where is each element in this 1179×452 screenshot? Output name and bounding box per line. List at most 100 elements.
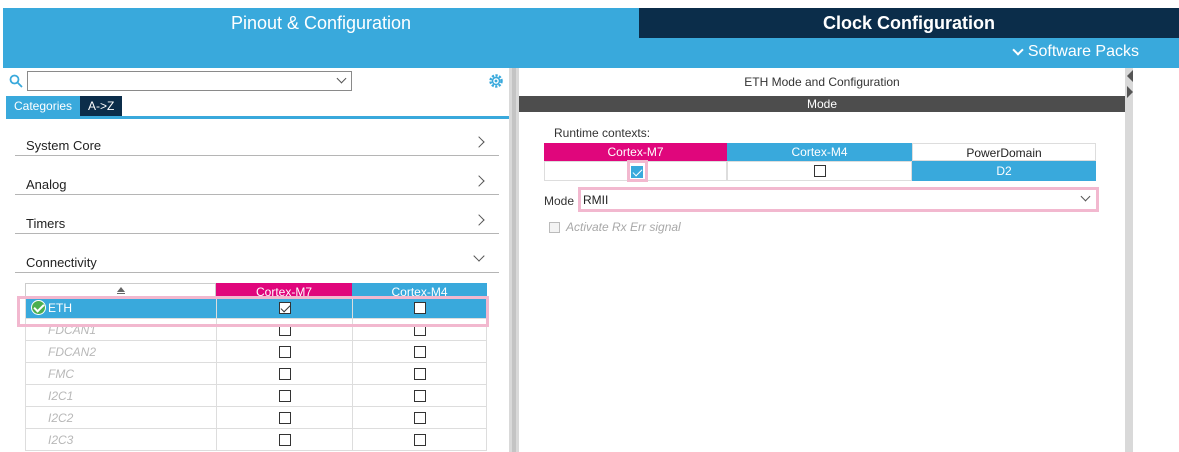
cell-name: FDCAN1 (26, 319, 217, 340)
category-tabs: Categories A->Z (6, 96, 123, 116)
table-row-eth[interactable]: ETH (25, 297, 487, 319)
chevron-down-icon[interactable] (1080, 191, 1091, 202)
peripheral-name: I2C3 (48, 433, 74, 447)
m7-checkbox[interactable] (278, 324, 291, 336)
panel-splitter[interactable] (509, 68, 519, 452)
cell-m7 (217, 319, 353, 340)
software-packs-menu[interactable]: Software Packs (1012, 43, 1139, 61)
context-header-cortex-m7: Cortex-M7 (544, 143, 727, 161)
context-m7-checkbox[interactable] (631, 166, 643, 178)
cell-m7 (217, 385, 353, 406)
table-row[interactable]: FMC (25, 363, 487, 385)
peripheral-name: FDCAN2 (48, 345, 97, 359)
cell-m4 (353, 429, 487, 450)
power-domain-value: D2 (912, 161, 1096, 181)
category-label: System Core (26, 138, 102, 153)
m4-checkbox[interactable] (414, 412, 426, 424)
cell-name: FMC (26, 363, 217, 384)
search-input[interactable] (27, 71, 352, 91)
rx-err-label: Activate Rx Err signal (566, 220, 681, 234)
peripheral-name: I2C1 (48, 389, 74, 403)
m7-checkbox[interactable] (278, 368, 291, 380)
cell-name: FDCAN2 (26, 341, 217, 362)
m4-checkbox[interactable] (414, 368, 426, 380)
gear-icon[interactable] (487, 72, 505, 90)
category-timers[interactable]: Timers (15, 208, 499, 234)
m7-checkbox[interactable] (278, 390, 291, 402)
runtime-contexts-label: Runtime contexts: (554, 126, 651, 140)
table-header: Cortex-M7 Cortex-M4 (25, 283, 487, 297)
right-panel: ETH Mode and Configuration Mode Runtime … (519, 68, 1125, 452)
cell-m4 (353, 407, 487, 428)
tab-categories[interactable]: Categories (6, 96, 81, 116)
cell-m7 (217, 341, 353, 362)
context-cell-m7 (544, 161, 727, 181)
tab-clock-configuration[interactable]: Clock Configuration (639, 8, 1179, 38)
m4-checkbox[interactable] (414, 302, 426, 314)
tab-a-to-z[interactable]: A->Z (80, 96, 123, 116)
m7-checkbox[interactable] (278, 412, 291, 424)
mode-label: Mode (544, 194, 575, 208)
chevron-right-icon (473, 214, 485, 226)
context-header-cortex-m4: Cortex-M4 (727, 143, 912, 161)
m7-checkbox[interactable] (278, 346, 291, 358)
m4-checkbox[interactable] (414, 390, 426, 402)
cell-name: I2C3 (26, 429, 217, 450)
sort-column-header[interactable] (25, 283, 216, 297)
sort-bar-icon (117, 293, 125, 294)
peripheral-name: FMC (48, 367, 74, 381)
cell-m7 (217, 297, 353, 318)
rx-err-checkbox[interactable] (549, 222, 560, 233)
category-label: Timers (26, 216, 66, 231)
chevron-down-icon[interactable] (336, 73, 347, 84)
cell-m4 (353, 341, 487, 362)
cell-name: ETH (26, 297, 217, 318)
right-collapse-strip[interactable] (1125, 68, 1133, 452)
context-m4-checkbox[interactable] (814, 165, 826, 177)
cell-m7 (217, 429, 353, 450)
category-connectivity[interactable]: Connectivity (15, 247, 499, 273)
cell-name: I2C1 (26, 385, 217, 406)
chevron-right-icon (473, 136, 485, 148)
category-system-core[interactable]: System Core (15, 130, 499, 156)
mode-section-header[interactable]: Mode (519, 96, 1125, 112)
m7-checkbox[interactable] (278, 434, 291, 446)
cell-m4 (353, 363, 487, 384)
chevron-down-icon (1012, 43, 1024, 56)
m4-checkbox[interactable] (414, 434, 426, 446)
peripheral-name: ETH (48, 301, 72, 315)
tab-pinout-configuration[interactable]: Pinout & Configuration (3, 8, 639, 38)
mode-select[interactable]: RMII (583, 191, 1097, 209)
chevron-down-icon (473, 250, 485, 262)
arrow-right-icon[interactable] (1127, 86, 1133, 98)
category-analog[interactable]: Analog (15, 169, 499, 195)
chevron-right-icon (473, 175, 485, 187)
search-icon[interactable] (9, 74, 23, 88)
software-packs-label: Software Packs (1027, 43, 1139, 60)
left-panel: Categories A->Z System Core Analog Timer… (3, 68, 509, 452)
mode-value: RMII (583, 193, 609, 207)
peripheral-name: FDCAN1 (48, 323, 97, 337)
cell-m4 (353, 297, 487, 318)
panel-title: ETH Mode and Configuration (744, 75, 900, 89)
cell-m7 (217, 407, 353, 428)
table-row[interactable]: I2C3 (25, 429, 487, 451)
sort-ascending-icon (117, 287, 125, 292)
table-row[interactable]: I2C1 (25, 385, 487, 407)
runtime-contexts-table: Cortex-M7 Cortex-M4 PowerDomain D2 (544, 143, 1096, 181)
cell-m4 (353, 319, 487, 340)
table-row[interactable]: FDCAN2 (25, 341, 487, 363)
sub-toolbar: Software Packs (3, 38, 1179, 68)
peripheral-table: Cortex-M7 Cortex-M4 ETH FDCAN1 FDCAN2 FM… (25, 283, 487, 451)
tab-underline (6, 116, 509, 119)
table-row[interactable]: FDCAN1 (25, 319, 487, 341)
category-label: Connectivity (26, 255, 97, 270)
arrow-left-icon[interactable] (1127, 70, 1133, 82)
splitter-grip[interactable] (512, 68, 516, 452)
m4-checkbox[interactable] (414, 346, 426, 358)
m7-checkbox[interactable] (278, 302, 291, 314)
m4-checkbox[interactable] (414, 324, 426, 336)
table-row[interactable]: I2C2 (25, 407, 487, 429)
column-header-cortex-m7: Cortex-M7 (216, 283, 352, 297)
context-cell-m4 (727, 161, 912, 181)
